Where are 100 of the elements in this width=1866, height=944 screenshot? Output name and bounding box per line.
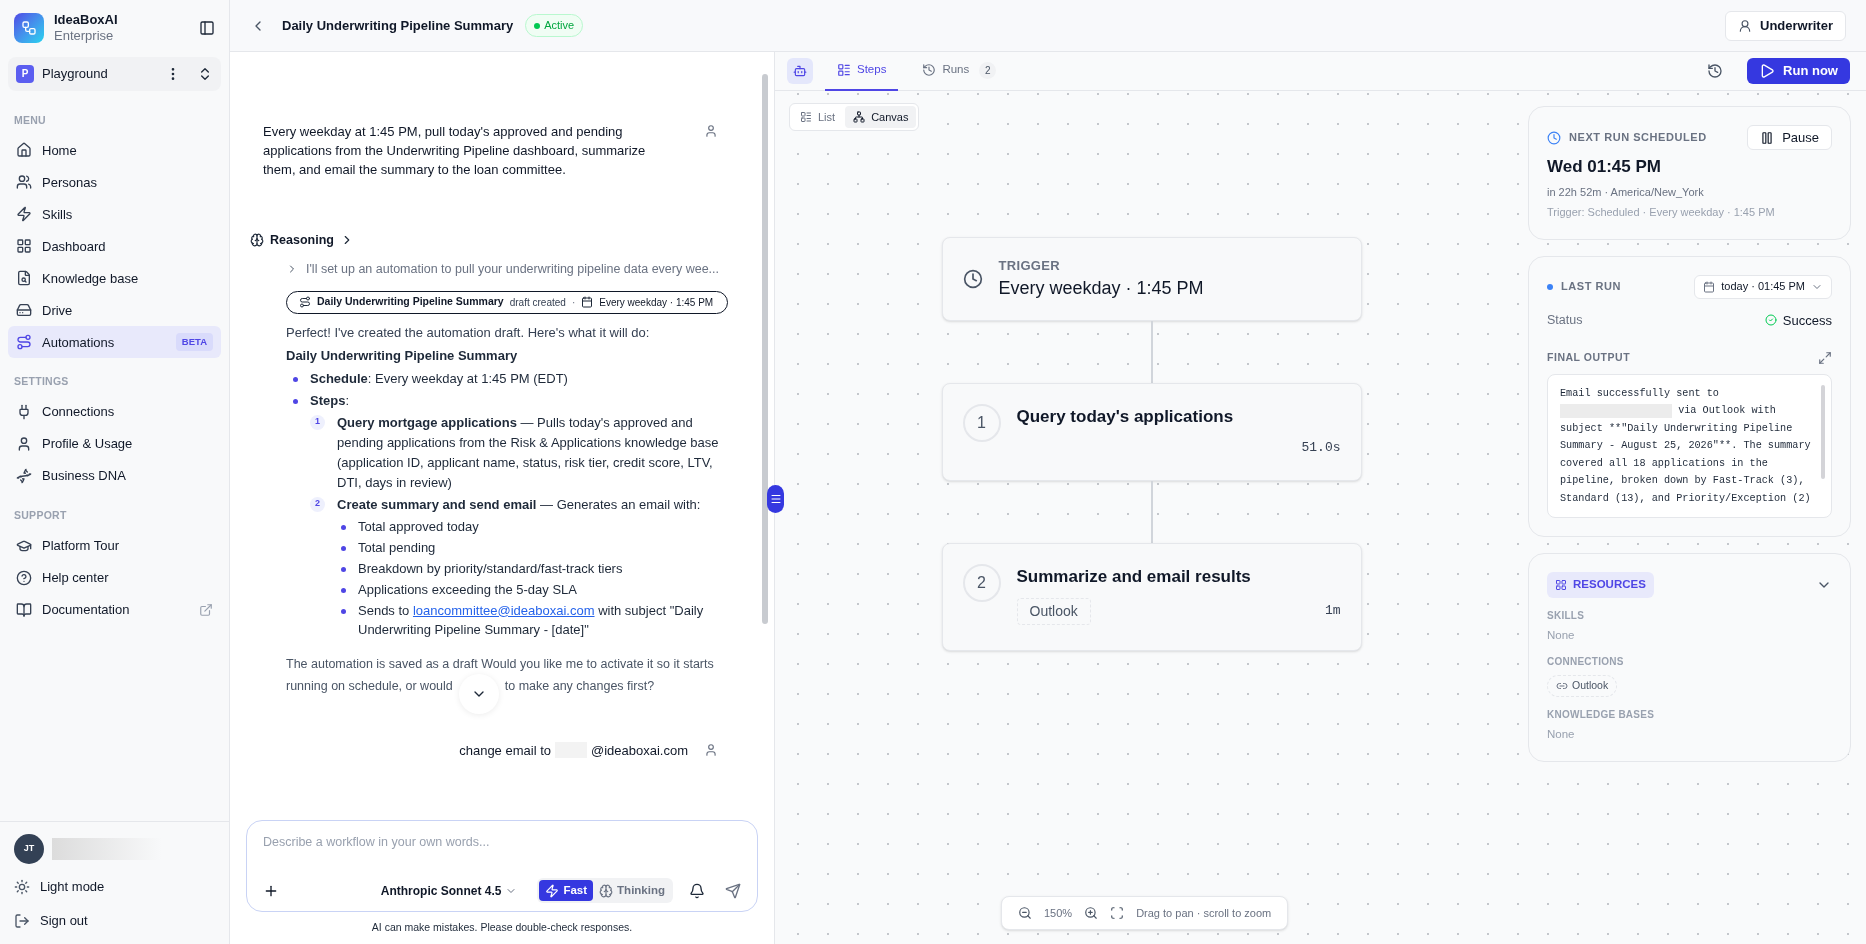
assistant-button[interactable] [787, 58, 813, 84]
success-icon [1764, 314, 1777, 327]
menu-icon [769, 493, 782, 505]
step-node[interactable]: 2 Summarize and email results Outlook 1m [941, 543, 1362, 651]
workspace-name: Playground [42, 64, 109, 83]
footer-action[interactable]: Light mode [0, 872, 229, 902]
brain-icon [599, 883, 614, 898]
step-description: Create summary and send email — Generates an email with: [337, 495, 701, 514]
zoom-out-icon[interactable] [1018, 906, 1032, 920]
route-icon [16, 334, 32, 351]
tab[interactable]: Runs 2 [910, 51, 1009, 91]
step-node[interactable]: 1 Query today's applications 51.0s [941, 383, 1362, 481]
list-icon [800, 111, 812, 123]
nav-item[interactable]: Platform Tour [8, 529, 221, 562]
expand-icon[interactable] [1818, 350, 1832, 365]
network-icon [853, 111, 866, 123]
workspace-avatar: P [16, 64, 34, 83]
book-icon [16, 601, 32, 618]
history-icon[interactable] [1707, 63, 1724, 79]
next-run-time: Wed 01:45 PM [1547, 156, 1662, 178]
trigger-node[interactable]: TRIGGER Every weekday · 1:45 PM [941, 237, 1362, 321]
nav-item[interactable]: Help center [8, 561, 221, 594]
bullet-text: Steps: [310, 391, 350, 410]
fit-view-icon[interactable] [1110, 906, 1125, 920]
bullet-text: Breakdown by priority/standard/fast-track tiers [358, 559, 623, 578]
bullet-icon [293, 398, 298, 404]
section-heading: MENU [13, 112, 47, 128]
trigger-summary: Trigger: Scheduled · Every weekday · 1:45 PM [1547, 205, 1776, 220]
plan-heading: Daily Underwriting Pipeline Summary [286, 346, 519, 365]
step-number: 1 [962, 404, 1001, 442]
bullet-icon [293, 376, 298, 382]
nav-item[interactable]: Home [8, 134, 221, 167]
connection-tag: Outlook [1016, 597, 1091, 625]
step-duration: 51.0s [1301, 438, 1341, 457]
pause-button[interactable]: Pause [1747, 125, 1832, 150]
nav-item[interactable]: Dashboard [8, 230, 221, 263]
node-title: Query today's applications [1016, 406, 1235, 428]
user-icon [704, 124, 718, 138]
user-icon [1738, 18, 1753, 33]
mode-option[interactable]: Thinking [593, 880, 671, 902]
footer-action[interactable]: Sign out [0, 906, 229, 936]
card-label: NEXT RUN SCHEDULED [1569, 130, 1707, 146]
send-icon[interactable] [725, 882, 741, 899]
view-option[interactable]: List [792, 106, 844, 128]
user-avatar[interactable]: JT [14, 834, 44, 864]
countdown: in 22h 52m · America/New_York [1547, 184, 1705, 200]
node-title: Summarize and email results [1016, 566, 1252, 588]
view-option[interactable]: Canvas [845, 106, 917, 128]
reasoning-summary: I'll set up an automation to pull your underwriting pipeline data every wee... [306, 260, 720, 278]
bullet-text: Applications exceeding the 5-day SLA [358, 580, 577, 599]
step-description: Query mortgage applications — Pulls today's approved and pending applications from the Risk & Applications knowledge base (application ID, applicant name, status, risk tier, credit score, LTV, DTI, days in review) [337, 413, 720, 492]
history-icon [922, 63, 937, 77]
connector-line [1150, 481, 1153, 543]
nav-item[interactable]: Connections [8, 396, 221, 428]
grid-icon [16, 238, 32, 255]
email-link[interactable]: loancommittee@ideaboxai.com [412, 602, 595, 618]
run-now-button[interactable]: Run now [1747, 58, 1850, 84]
nav-item[interactable]: Personas [8, 166, 221, 199]
play-icon [1759, 63, 1776, 79]
nav-item[interactable]: Skills [8, 198, 221, 231]
bullet-icon [341, 524, 346, 530]
user-icon [704, 743, 718, 758]
beta-badge: BETA [175, 333, 213, 352]
resource-label: CONNECTIONS [1547, 654, 1625, 669]
run-status: Success [1782, 311, 1832, 330]
nav-item[interactable]: Profile & Usage [8, 428, 221, 460]
nav-item[interactable]: Automations BETA [8, 326, 221, 359]
prompt-input[interactable]: Describe a workflow in your own words... [263, 833, 741, 852]
resource-value: None [1547, 627, 1576, 643]
role-button[interactable]: Underwriter [1725, 10, 1846, 41]
step-duration: 1m [1324, 602, 1341, 621]
status-label: Status [1547, 311, 1583, 329]
nav-item[interactable]: Documentation [8, 593, 221, 626]
mode-option[interactable]: Fast [539, 880, 594, 902]
sun-icon [14, 879, 30, 895]
brain-icon [250, 233, 264, 248]
connector-line [1150, 321, 1153, 383]
scrollbar[interactable] [1821, 384, 1825, 479]
assistant-closing: The automation is saved as a draft Would you like me to activate it so it starts running on schedule, or would to make any changes first? [286, 652, 750, 697]
lightning-icon [545, 883, 560, 898]
route-icon [299, 296, 311, 308]
resize-handle[interactable] [767, 485, 784, 513]
robot-icon [793, 64, 807, 78]
nav-item[interactable]: Drive [8, 294, 221, 327]
workspace-switcher[interactable]: P Playground [8, 56, 221, 91]
node-label: TRIGGER [998, 256, 1061, 275]
bullet-icon [341, 566, 346, 572]
run-selector[interactable]: today · 01:45 PM [1694, 274, 1832, 299]
nav-item[interactable]: Knowledge base [8, 262, 221, 295]
reasoning-toggle[interactable]: Reasoning [250, 231, 354, 250]
zoom-in-icon[interactable] [1084, 906, 1099, 920]
dna-icon [16, 468, 32, 484]
step-number: 2 [962, 564, 1001, 602]
nav-item[interactable]: Business DNA [8, 460, 221, 492]
collapse-sidebar-icon[interactable] [199, 20, 215, 37]
bell-icon[interactable] [689, 882, 705, 899]
calendar-icon [581, 296, 594, 308]
document-search-icon [16, 270, 32, 287]
model-selector[interactable]: Anthropic Sonnet 4.5 [380, 881, 518, 900]
resource-label: KNOWLEDGE BASES [1547, 707, 1656, 722]
